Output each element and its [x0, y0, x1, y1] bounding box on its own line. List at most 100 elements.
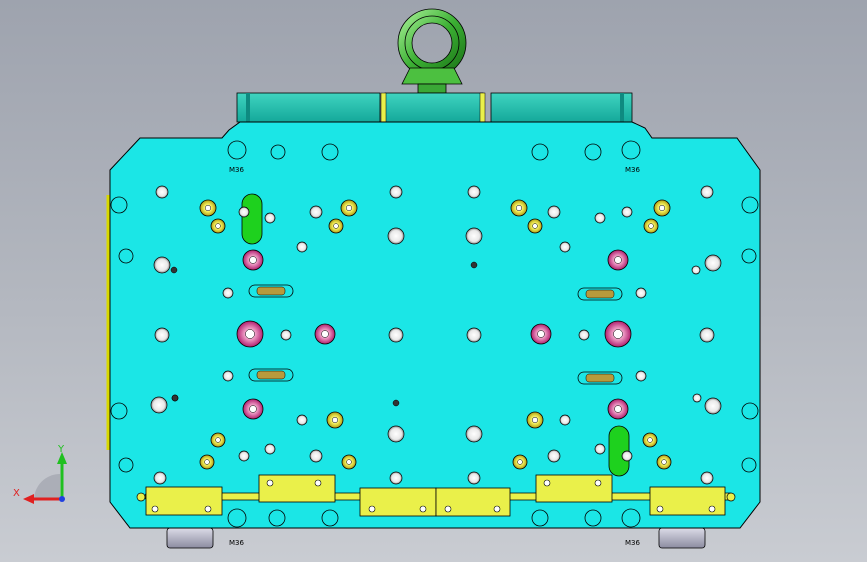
plate-hole	[268, 509, 286, 527]
through-hole	[155, 185, 169, 199]
through-hole	[547, 449, 561, 463]
through-hole	[387, 425, 405, 443]
thread-label-bottom-left: M36	[229, 539, 244, 547]
guide-bushing-core	[333, 223, 339, 229]
rail-screw	[314, 479, 322, 487]
guide-bushing-core	[517, 459, 523, 465]
through-hole	[704, 397, 722, 415]
ejector-boss-core	[249, 405, 257, 413]
x-axis-label: X	[13, 488, 20, 499]
through-hole	[559, 414, 571, 426]
through-hole	[559, 241, 571, 253]
guide-bushing-core	[215, 437, 221, 443]
plate-hole	[227, 508, 247, 528]
guide-slot-insert	[585, 289, 615, 299]
plate-hole	[621, 508, 641, 528]
guide-bushing-core	[658, 204, 666, 212]
rail-end-cap	[726, 492, 736, 502]
guide-bushing-core	[204, 459, 210, 465]
guide-bushing-core	[515, 204, 523, 212]
through-hole	[635, 287, 647, 299]
cad-3d-viewport[interactable]: M36 M36 M36 M36 Y X	[0, 0, 867, 562]
guide-bushing-core	[345, 204, 353, 212]
tapped-hole	[170, 266, 178, 274]
plate-hole	[741, 457, 757, 473]
rail-screw	[151, 505, 159, 513]
plate-hole	[621, 140, 641, 160]
plate-hole	[741, 248, 757, 264]
rail-end-cap	[136, 492, 146, 502]
guide-bushing-core	[532, 223, 538, 229]
rail-screw	[419, 505, 427, 513]
tapped-hole	[470, 261, 478, 269]
z-axis-dot	[59, 496, 65, 502]
ejector-boss-core	[321, 330, 329, 338]
orientation-triad[interactable]: Y X	[13, 444, 67, 504]
through-hole	[309, 449, 323, 463]
through-hole	[296, 241, 308, 253]
rail-screw	[444, 505, 452, 513]
lifting-eye-bolt[interactable]	[397, 8, 467, 94]
guide-bushing-core	[647, 437, 653, 443]
through-hole	[388, 327, 404, 343]
guide-bushing-core	[346, 459, 352, 465]
guide-bushing-core	[331, 416, 339, 424]
through-hole	[153, 256, 171, 274]
top-support-blocks	[236, 92, 633, 123]
plate-hole	[531, 509, 549, 527]
plate-hole	[531, 143, 549, 161]
plate-hole	[110, 196, 128, 214]
ejector-boss-core	[614, 256, 622, 264]
rail-screw	[708, 505, 716, 513]
through-hole	[153, 471, 167, 485]
through-hole	[578, 329, 590, 341]
plate-hole	[118, 457, 134, 473]
through-hole	[466, 327, 482, 343]
through-hole	[699, 327, 715, 343]
through-hole	[621, 450, 633, 462]
through-hole	[296, 414, 308, 426]
through-hole	[635, 370, 647, 382]
guide-bushing-core	[648, 223, 654, 229]
rail-screw	[656, 505, 664, 513]
through-hole	[150, 396, 168, 414]
guide-bushing-core	[204, 204, 212, 212]
plate-hole	[227, 140, 247, 160]
tapped-hole	[392, 399, 400, 407]
through-hole	[594, 443, 606, 455]
through-hole	[280, 329, 292, 341]
through-hole	[692, 393, 702, 403]
rail-screw	[266, 479, 274, 487]
through-hole	[154, 327, 170, 343]
ejector-boss-core	[614, 405, 622, 413]
guide-slot-insert	[585, 373, 615, 383]
through-hole	[547, 205, 561, 219]
plate-hole	[321, 509, 339, 527]
guide-bushing-core	[531, 416, 539, 424]
plate-hole	[118, 248, 134, 264]
through-hole	[389, 471, 403, 485]
rail-screw	[368, 505, 376, 513]
guide-bushing-core	[215, 223, 221, 229]
through-hole	[691, 265, 701, 275]
plate-hole	[270, 144, 286, 160]
through-hole	[309, 205, 323, 219]
through-hole	[594, 212, 606, 224]
through-hole	[700, 471, 714, 485]
through-hole	[465, 425, 483, 443]
plate-hole	[110, 402, 128, 420]
rail-screw	[204, 505, 212, 513]
rail-screw	[493, 505, 501, 513]
plate-hole	[584, 509, 602, 527]
through-hole	[467, 471, 481, 485]
plate-hole	[321, 143, 339, 161]
ejector-boss-core	[613, 329, 623, 339]
plate-hole	[584, 143, 602, 161]
plate-hole	[741, 196, 759, 214]
through-hole	[238, 206, 250, 218]
plate-hole	[741, 402, 759, 420]
through-hole	[222, 370, 234, 382]
through-hole	[621, 206, 633, 218]
guide-bushing-core	[661, 459, 667, 465]
through-hole	[704, 254, 722, 272]
